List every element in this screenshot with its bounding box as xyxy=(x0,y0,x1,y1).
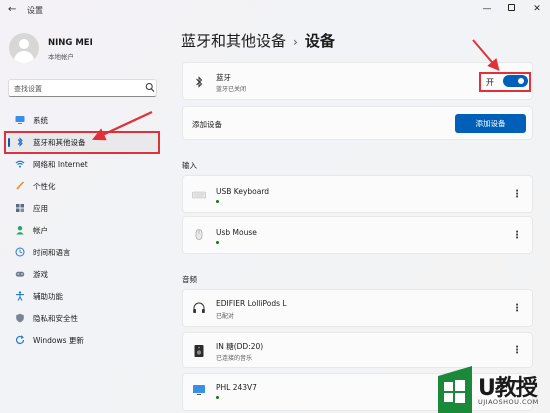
input-section-label: 输入 xyxy=(182,161,197,170)
device-name: USB Keyboard xyxy=(216,187,270,196)
display-icon xyxy=(193,385,205,395)
more-options-icon[interactable]: ⋮ xyxy=(512,345,522,356)
sidebar-item-label: 时间和语言 xyxy=(33,248,71,257)
sidebar-item-personalization[interactable]: 个性化 xyxy=(8,177,158,195)
settings-window: ← 设置 — ✕ NING MEI 本地帐户 查找设置 系统 蓝牙和其他设备 网… xyxy=(0,0,550,413)
more-options-icon[interactable]: ⋮ xyxy=(512,189,522,200)
device-name: Usb Mouse xyxy=(216,228,257,237)
person-icon xyxy=(16,226,24,235)
search-placeholder: 查找设置 xyxy=(14,85,42,93)
breadcrumb-parent[interactable]: 蓝牙和其他设备 xyxy=(181,32,286,50)
shield-icon xyxy=(16,313,24,323)
sidebar-item-time-language[interactable]: 时间和语言 xyxy=(8,243,158,261)
breadcrumb: 蓝牙和其他设备 › 设备 xyxy=(181,30,335,51)
sidebar-item-system[interactable]: 系统 xyxy=(8,111,158,129)
close-button[interactable]: ✕ xyxy=(526,2,548,16)
more-options-icon[interactable]: ⋮ xyxy=(512,303,522,314)
maximize-button[interactable] xyxy=(500,2,522,16)
gamepad-icon xyxy=(15,271,25,277)
sidebar-item-accessibility[interactable]: 辅助功能 xyxy=(8,287,158,305)
update-icon xyxy=(15,335,25,344)
sidebar-item-label: 系统 xyxy=(33,116,48,125)
sidebar-item-privacy[interactable]: 隐私和安全性 xyxy=(8,309,158,327)
search-icon xyxy=(145,83,155,92)
sidebar-item-label: 帐户 xyxy=(33,226,48,235)
annotation-highlight-toggle xyxy=(479,72,531,92)
user-name: NING MEI xyxy=(48,38,93,48)
device-status: 已配对 xyxy=(216,313,235,320)
account-type: 本地帐户 xyxy=(48,53,74,61)
sidebar-item-label: 隐私和安全性 xyxy=(33,314,78,323)
sidebar-item-label: Windows 更新 xyxy=(33,336,84,345)
watermark-url: UJIAOSHOU.COM xyxy=(478,398,539,406)
sidebar-item-network[interactable]: 网络和 Internet xyxy=(8,155,158,173)
back-arrow-icon[interactable]: ← xyxy=(8,4,16,15)
monitor-icon xyxy=(15,116,25,124)
maximize-icon xyxy=(507,4,515,11)
avatar-body xyxy=(14,51,34,63)
minimize-button[interactable]: — xyxy=(476,2,498,16)
add-device-label: 添加设备 xyxy=(192,120,222,129)
speaker-icon xyxy=(194,345,204,357)
sidebar-item-label: 游戏 xyxy=(33,270,48,279)
sidebar-item-windows-update[interactable]: Windows 更新 xyxy=(8,331,158,349)
device-card[interactable]: EDIFIER LolliPods L 已配对 ⋮ xyxy=(182,289,533,327)
device-status: 已连接的音乐 xyxy=(216,355,253,362)
device-card[interactable]: Usb Mouse ⋮ xyxy=(182,216,533,254)
avatar-head xyxy=(19,39,29,49)
accessibility-icon xyxy=(16,291,24,301)
device-card[interactable]: USB Keyboard ⋮ xyxy=(182,175,533,213)
connected-dot xyxy=(216,396,219,399)
sidebar-item-label: 应用 xyxy=(33,204,48,213)
headphones-icon xyxy=(193,302,205,313)
device-name: EDIFIER LolliPods L xyxy=(216,299,287,308)
bluetooth-icon xyxy=(196,76,203,88)
annotation-highlight-sidebar xyxy=(4,131,160,154)
sidebar-item-gaming[interactable]: 游戏 xyxy=(8,265,158,283)
sidebar-item-label: 辅助功能 xyxy=(33,292,63,301)
connected-dot xyxy=(216,200,219,203)
keyboard-icon xyxy=(192,191,206,199)
bluetooth-status: 蓝牙已关闭 xyxy=(216,86,247,93)
apps-icon xyxy=(16,204,24,212)
sidebar-item-accounts[interactable]: 帐户 xyxy=(8,221,158,239)
window-title: 设置 xyxy=(27,6,43,15)
audio-section-label: 音频 xyxy=(182,275,197,284)
device-name: PHL 243V7 xyxy=(216,383,257,392)
add-device-card: 添加设备 添加设备 xyxy=(182,106,533,140)
wifi-icon xyxy=(15,160,25,168)
sidebar-item-label: 网络和 Internet xyxy=(33,160,88,169)
search-input[interactable]: 查找设置 xyxy=(8,79,157,97)
connected-dot xyxy=(216,241,219,244)
sidebar-item-apps[interactable]: 应用 xyxy=(8,199,158,217)
globe-clock-icon xyxy=(15,247,25,257)
title-bar: ← 设置 — ✕ xyxy=(0,0,550,20)
device-name: IN 糖(DD:20) xyxy=(216,342,264,351)
bluetooth-title: 蓝牙 xyxy=(216,73,231,82)
add-device-button[interactable]: 添加设备 xyxy=(455,114,526,133)
mouse-icon xyxy=(195,229,203,240)
breadcrumb-separator: › xyxy=(293,35,298,49)
page-title: 设备 xyxy=(304,32,335,50)
avatar[interactable] xyxy=(9,33,39,63)
sidebar-item-label: 个性化 xyxy=(33,182,56,191)
more-options-icon[interactable]: ⋮ xyxy=(512,230,522,241)
brush-icon xyxy=(16,181,24,190)
